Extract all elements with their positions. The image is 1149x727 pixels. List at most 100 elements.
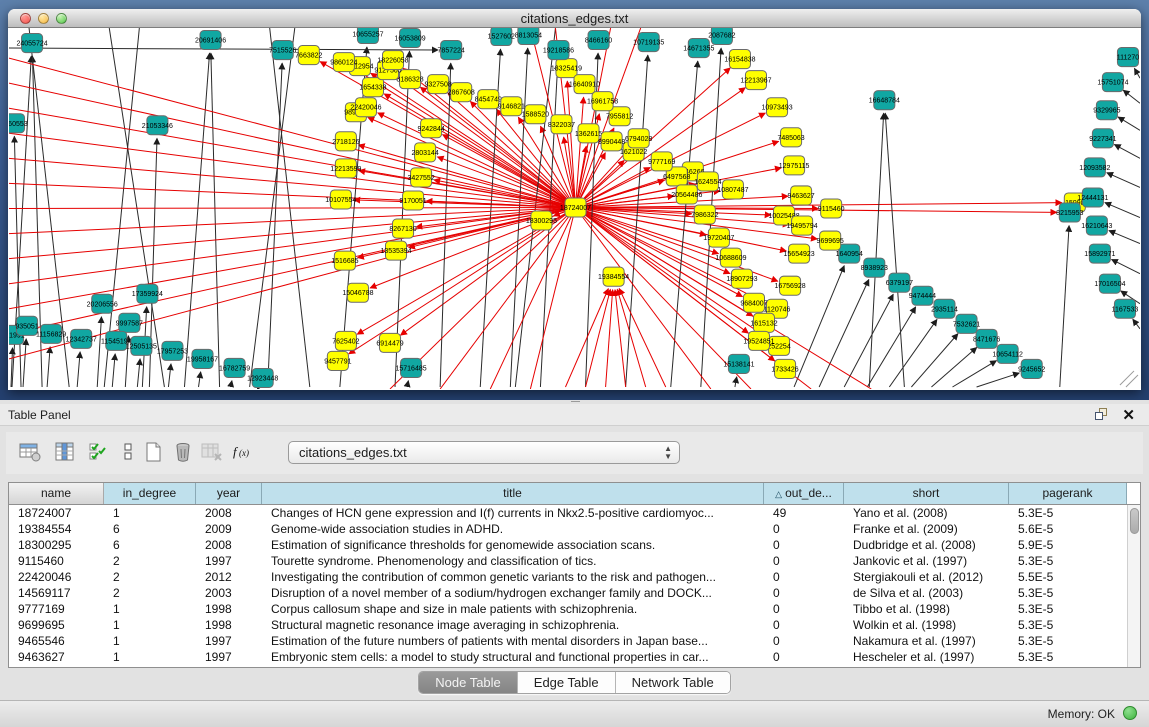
graph-node[interactable]: 12093582 xyxy=(1079,158,1110,177)
table-row[interactable]: 1456911722003Disruption of a novel membe… xyxy=(9,585,1127,601)
table-row[interactable]: 946554611997Estimation of the future num… xyxy=(9,633,1127,649)
graph-edge[interactable] xyxy=(1123,90,1140,103)
graph-node[interactable]: 7532621 xyxy=(953,314,980,333)
table-row[interactable]: 1830029562008Estimation of significance … xyxy=(9,537,1127,553)
memory-status-indicator[interactable] xyxy=(1123,706,1137,720)
column-header-title[interactable]: title xyxy=(262,483,764,504)
graph-node[interactable]: 7515526 xyxy=(269,41,296,60)
graph-node[interactable]: 14671355 xyxy=(683,39,714,58)
graph-node[interactable]: 16756928 xyxy=(774,276,805,295)
graph-edge[interactable] xyxy=(1133,319,1140,329)
graph-node[interactable]: 24055724 xyxy=(16,34,47,53)
graph-node[interactable]: 9474444 xyxy=(909,286,936,305)
table-row[interactable]: 977716911998Corpus callosum shape and si… xyxy=(9,601,1127,617)
network-table-select[interactable]: citations_edges.txt ▲▼ xyxy=(288,441,680,464)
graph-node[interactable]: 9684007 xyxy=(740,293,767,312)
graph-edge[interactable] xyxy=(626,55,648,387)
network-window-titlebar[interactable]: citations_edges.txt xyxy=(8,9,1141,28)
graph-node[interactable]: 8267130 xyxy=(389,219,416,238)
graph-node[interactable]: 9115460 xyxy=(818,199,845,218)
graph-node[interactable]: 17957253 xyxy=(157,341,188,360)
graph-edge[interactable] xyxy=(819,279,869,386)
graph-edge[interactable] xyxy=(1060,226,1069,387)
graph-node[interactable]: 8813054 xyxy=(515,28,542,45)
graph-edge[interactable] xyxy=(735,377,737,387)
graph-node[interactable]: 13535394 xyxy=(380,241,411,260)
graph-node[interactable]: 8938923 xyxy=(861,258,888,277)
graph-node[interactable]: 12975115 xyxy=(779,156,810,175)
graph-node[interactable]: 10654112 xyxy=(992,344,1023,363)
graph-edge[interactable] xyxy=(1114,145,1140,159)
graph-edge[interactable] xyxy=(9,207,576,258)
graph-edge[interactable] xyxy=(184,53,209,387)
graph-node[interactable]: 1615132 xyxy=(750,313,777,332)
graph-node[interactable]: 9777169 xyxy=(648,152,675,171)
graph-node[interactable]: 9463627 xyxy=(787,186,814,205)
graph-edge[interactable] xyxy=(47,347,50,387)
vertical-scrollbar[interactable] xyxy=(1127,505,1140,667)
graph-node[interactable]: 9242844 xyxy=(417,119,444,138)
graph-edge[interactable] xyxy=(565,289,608,387)
graph-node[interactable]: 19720407 xyxy=(703,228,734,247)
graph-node[interactable]: 15138141 xyxy=(723,354,754,373)
column-header-short[interactable]: short xyxy=(844,483,1009,504)
new-table-button[interactable] xyxy=(139,438,167,466)
graph-node[interactable]: 2803144 xyxy=(411,143,438,162)
graph-edge[interactable] xyxy=(9,207,576,308)
column-header-out_de[interactable]: △out_de... xyxy=(764,483,844,504)
graph-node[interactable]: 10107554 xyxy=(325,190,356,209)
graph-node[interactable]: 16782759 xyxy=(219,358,250,377)
graph-edge[interactable] xyxy=(199,372,201,387)
graph-node[interactable]: 16154838 xyxy=(724,50,755,69)
graph-edge[interactable] xyxy=(1109,231,1140,244)
graph-node[interactable]: 8471676 xyxy=(973,329,1000,348)
graph-node[interactable]: 2087682 xyxy=(708,28,735,45)
graph-edge[interactable] xyxy=(885,113,904,387)
graph-node[interactable]: 15716485 xyxy=(395,358,426,377)
graph-edge[interactable] xyxy=(844,294,893,387)
graph-node[interactable]: 1516685 xyxy=(331,251,358,270)
graph-edge[interactable] xyxy=(211,53,220,387)
graph-node[interactable]: 7485063 xyxy=(777,128,804,147)
graph-node[interactable]: 6379197 xyxy=(886,273,913,292)
graph-edge[interactable] xyxy=(867,307,915,387)
graph-node[interactable]: 7663822 xyxy=(295,46,322,65)
graph-node[interactable]: 15892971 xyxy=(1084,244,1115,263)
graph-node[interactable]: 9245652 xyxy=(1018,359,1045,378)
delete-table-button[interactable] xyxy=(198,438,226,466)
table-row[interactable]: 1938455462009Genome-wide association stu… xyxy=(9,521,1127,537)
graph-node[interactable]: 10973493 xyxy=(761,98,792,117)
graph-node[interactable]: 3427552 xyxy=(407,168,434,187)
graph-edge[interactable] xyxy=(137,359,140,387)
graph-node[interactable]: 2718126 xyxy=(332,132,359,151)
graph-edge[interactable] xyxy=(869,113,883,387)
graph-edge[interactable] xyxy=(168,364,171,387)
graph-node[interactable]: 16648784 xyxy=(869,91,900,110)
graph-node[interactable]: 7625402 xyxy=(332,331,359,350)
graph-edge[interactable] xyxy=(9,207,576,283)
graph-node[interactable]: 9997587 xyxy=(116,313,143,332)
graph-node[interactable]: 16210643 xyxy=(1081,216,1112,235)
graph-node[interactable]: 12342737 xyxy=(66,329,97,348)
graph-edge[interactable] xyxy=(1118,117,1140,130)
graph-edge[interactable] xyxy=(14,136,21,387)
graph-node[interactable]: 7857224 xyxy=(438,41,465,60)
graph-node[interactable]: 2060553 xyxy=(9,114,28,133)
graph-node[interactable]: 15654923 xyxy=(784,244,815,263)
graph-edge[interactable] xyxy=(615,290,626,387)
column-header-in_degree[interactable]: in_degree xyxy=(104,483,196,504)
network-view[interactable]: 1599811127025225439199174626693505198901… xyxy=(9,28,1140,389)
graph-edge[interactable] xyxy=(931,347,976,387)
table-row[interactable]: 946362711997Embryonic stem cells: a mode… xyxy=(9,649,1127,665)
rows-button[interactable] xyxy=(114,438,142,466)
graph-node[interactable]: 16640910 xyxy=(569,75,600,94)
graph-edge[interactable] xyxy=(9,48,438,50)
graph-node[interactable]: 19384554 xyxy=(598,267,629,286)
network-canvas[interactable]: 1599811127025225439199174626693505198901… xyxy=(9,28,1140,389)
table-row[interactable]: 2242004622012Investigating the contribut… xyxy=(9,569,1127,585)
graph-edge[interactable] xyxy=(77,352,80,387)
graph-node[interactable]: 1588520 xyxy=(522,105,549,124)
column-header-year[interactable]: year xyxy=(196,483,262,504)
trash-button[interactable] xyxy=(169,438,197,466)
graph-node[interactable]: 9329965 xyxy=(1093,101,1120,120)
